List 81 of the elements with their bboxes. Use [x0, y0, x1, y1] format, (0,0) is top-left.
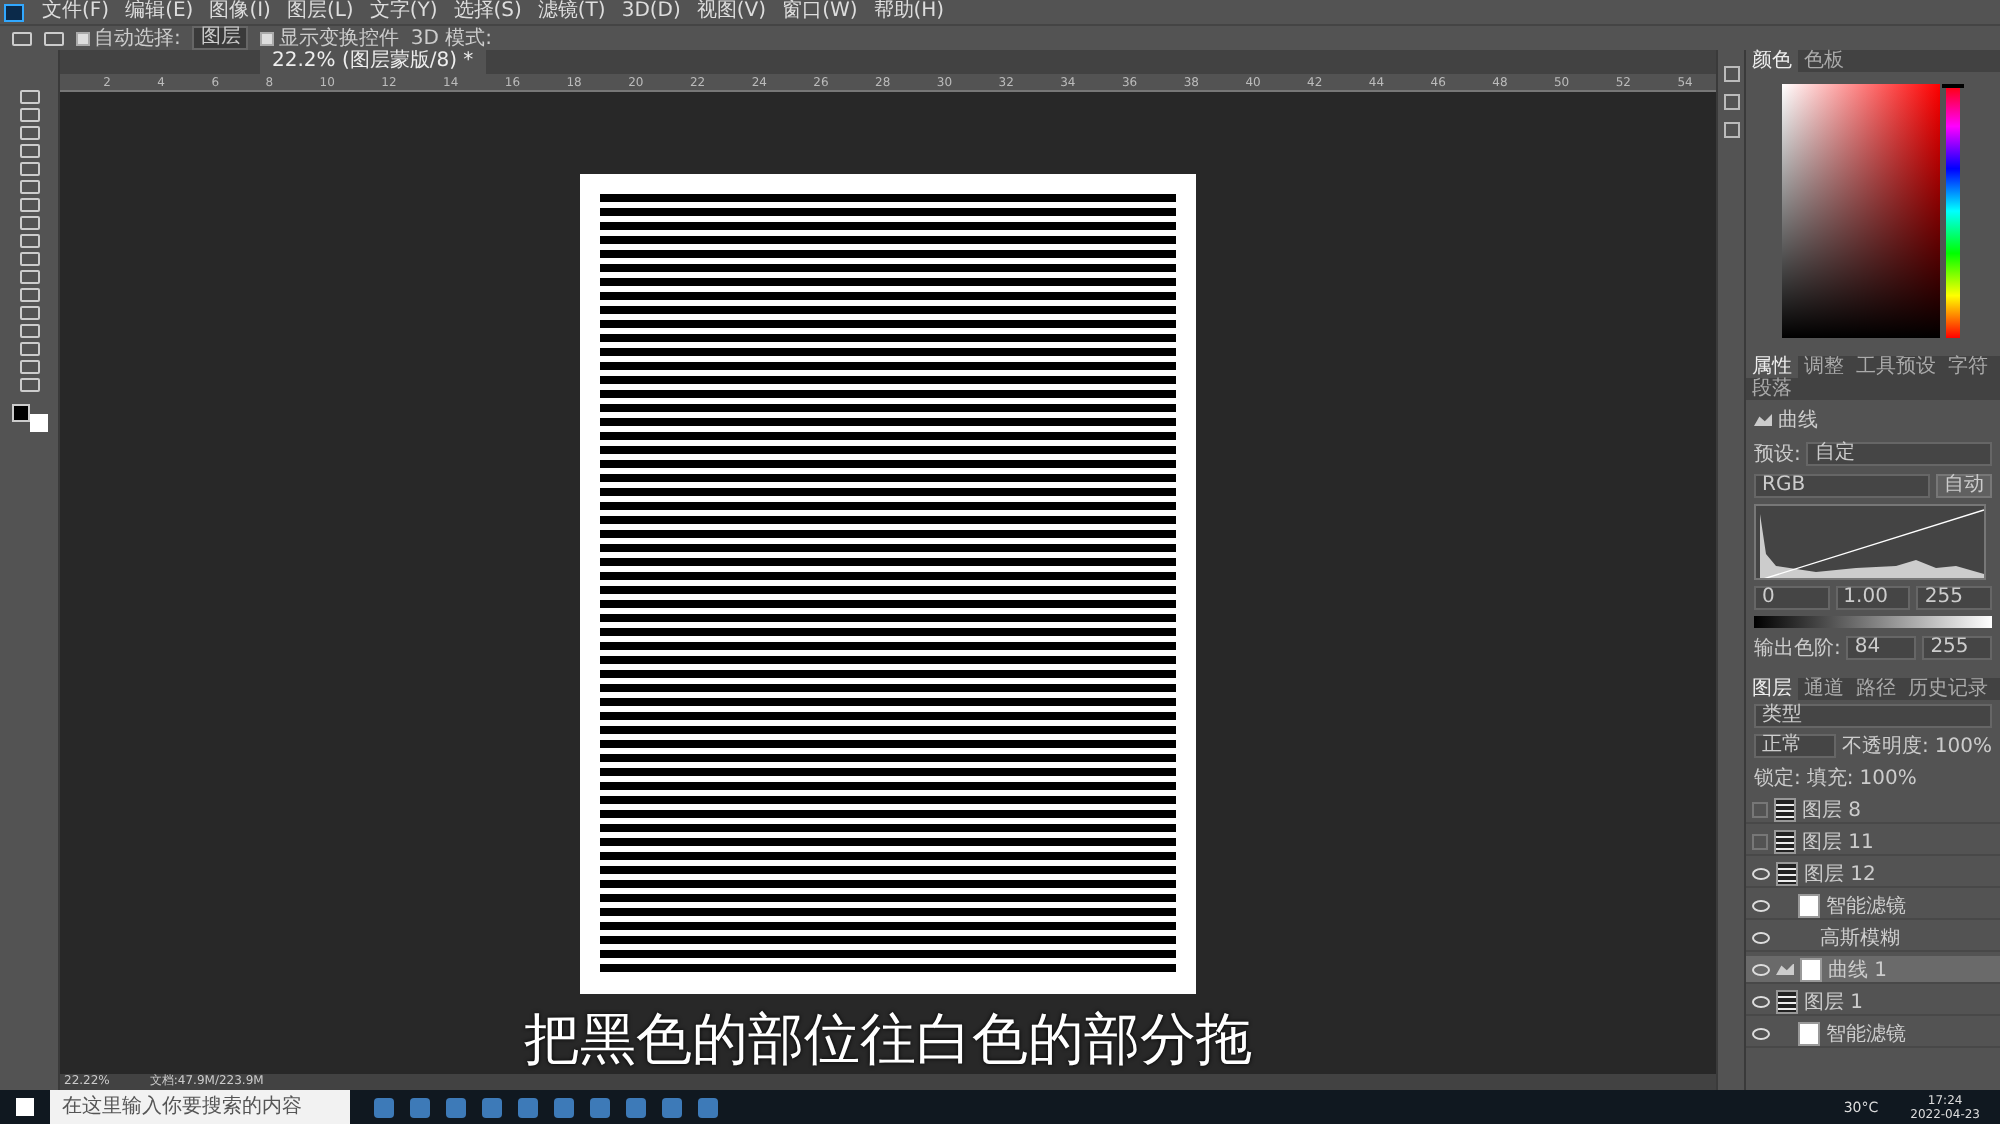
layer-row[interactable]: 图层 11: [1746, 828, 2000, 856]
panel-tab[interactable]: 通道: [1798, 678, 1850, 700]
channel-dropdown[interactable]: RGB: [1754, 474, 1930, 498]
checkbox-label: 显示变换控件: [278, 25, 399, 50]
background-color-swatch[interactable]: [29, 414, 47, 432]
menu-item[interactable]: 编辑(E): [119, 0, 200, 24]
visibility-icon[interactable]: [1752, 963, 1770, 975]
curves-icon: [1754, 414, 1772, 426]
layer-name: 图层 8: [1802, 797, 1862, 823]
panel-tab[interactable]: 图层: [1746, 678, 1798, 700]
visibility-icon[interactable]: [1752, 931, 1770, 943]
layer-row[interactable]: 图层 12: [1746, 860, 2000, 888]
layer-name: 图层 1: [1804, 989, 1864, 1015]
layer-name: 智能滤镜: [1826, 893, 1906, 919]
target-dropdown[interactable]: 图层: [192, 26, 249, 50]
input-level-field[interactable]: 255: [1916, 586, 1993, 610]
layer-row[interactable]: 曲线 1: [1746, 956, 2000, 984]
taskbar-search-field[interactable]: 在这里输入你要搜索的内容: [50, 1090, 350, 1124]
visibility-icon[interactable]: [1752, 1027, 1770, 1039]
layer-row[interactable]: 智能滤镜: [1746, 892, 2000, 920]
menu-item[interactable]: 图层(L): [280, 0, 360, 24]
app-logo-icon: [4, 3, 24, 21]
layer-name: 图层 12: [1804, 861, 1876, 887]
output-levels-label: 输出色阶:: [1754, 635, 1841, 662]
panel-tab[interactable]: 路径: [1850, 678, 1902, 700]
preset-label: 预设:: [1754, 442, 1801, 468]
layer-name: 图层 11: [1802, 829, 1874, 855]
panel-tab[interactable]: 段落: [1746, 378, 1798, 400]
panel-tab[interactable]: 调整: [1798, 356, 1850, 378]
input-level-field[interactable]: 0: [1754, 586, 1830, 610]
panel-tab[interactable]: 工具预设: [1850, 356, 1942, 378]
visibility-icon[interactable]: [1752, 867, 1770, 879]
panel-tab[interactable]: 色板: [1798, 50, 1850, 72]
panel-tab[interactable]: 属性: [1746, 356, 1798, 378]
layer-row[interactable]: 图层 8: [1746, 796, 2000, 824]
layer-row[interactable]: 高斯模糊: [1746, 924, 2000, 952]
foreground-color-swatch[interactable]: [11, 404, 29, 422]
output-level-field[interactable]: 255: [1922, 636, 1992, 660]
document-tab[interactable]: 22.2% (图层蒙版/8) *: [260, 50, 486, 74]
panel-tab[interactable]: 颜色: [1746, 50, 1798, 72]
layer-name: 高斯模糊: [1820, 925, 1900, 951]
menu-item[interactable]: 选择(S): [447, 0, 528, 24]
panel-tab[interactable]: 历史记录: [1902, 678, 1994, 700]
input-level-field[interactable]: 1.00: [1835, 586, 1911, 610]
layer-thumbnail: [1774, 829, 1796, 853]
visibility-icon[interactable]: [1752, 899, 1770, 911]
color-field[interactable]: [1782, 84, 1940, 338]
auto-select-checkbox[interactable]: [76, 31, 90, 45]
layer-thumbnail: [1774, 797, 1796, 821]
layer-name: 智能滤镜: [1826, 1021, 1906, 1047]
menu-item[interactable]: 滤镜(T): [531, 0, 612, 24]
opacity-label: 不透明度:: [1842, 733, 1929, 760]
menu-item[interactable]: 视图(V): [690, 0, 773, 24]
layer-row[interactable]: 智能滤镜: [1746, 1020, 2000, 1048]
checkbox-label: 自动选择:: [94, 25, 181, 52]
menu-item[interactable]: 3D(D): [615, 0, 687, 24]
subtitle-text: 把黑色的部位往白色的部分拖: [522, 1004, 1254, 1076]
visibility-icon[interactable]: [1752, 995, 1770, 1007]
layer-thumbnail: [1776, 861, 1798, 885]
fill-label: 填充:: [1806, 765, 1854, 792]
blend-mode-dropdown[interactable]: 正常: [1754, 734, 1837, 758]
menu-item[interactable]: 帮助(H): [867, 0, 951, 24]
auto-button[interactable]: 自动: [1936, 474, 1992, 498]
filter-mask-thumbnail: [1798, 1021, 1820, 1045]
layer-name: 曲线 1: [1828, 957, 1888, 983]
lock-label: 锁定:: [1754, 765, 1801, 792]
fill-value[interactable]: 100%: [1859, 767, 1917, 789]
layer-row[interactable]: 图层 1: [1746, 988, 2000, 1016]
opacity-value[interactable]: 100%: [1934, 735, 1992, 757]
output-level-field[interactable]: 84: [1846, 636, 1917, 660]
menu-item[interactable]: 图像(I): [203, 0, 277, 24]
layer-filter-dropdown[interactable]: 类型: [1754, 704, 1992, 728]
show-transform-checkbox[interactable]: [260, 31, 275, 45]
curves-icon: [1776, 963, 1794, 975]
panel-tab[interactable]: 字符: [1942, 356, 1994, 378]
preset-dropdown[interactable]: 自定: [1806, 442, 1992, 466]
panel-title: 曲线: [1778, 407, 1818, 434]
layer-thumbnail: [1776, 989, 1798, 1013]
filter-mask-thumbnail: [1798, 893, 1820, 917]
mode-3d-label: 3D 模式:: [410, 25, 492, 50]
mask-thumbnail: [1800, 957, 1822, 981]
